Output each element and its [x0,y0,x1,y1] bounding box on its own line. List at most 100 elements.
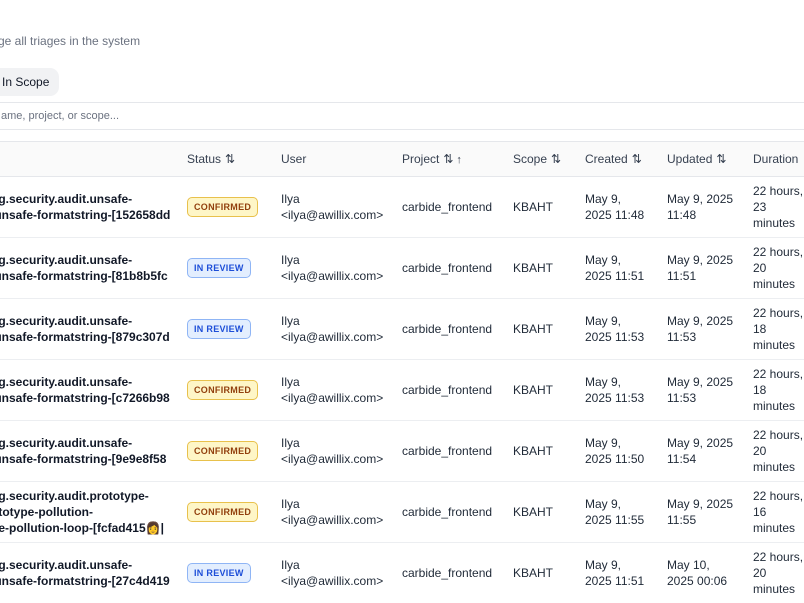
scope-value: KBAHT [513,383,553,397]
cell-user: Ilya<ilya@awillix.com> [281,299,402,360]
project-value: carbide_frontend [402,200,492,214]
duration-line: minutes [753,276,804,292]
duration-line: 22 hours, [753,427,804,443]
created-line: May 9, [585,191,667,207]
status-badge: IN REVIEW [187,563,251,583]
cell-duration: 22 hours,18minutes [753,299,804,360]
cell-created: May 9,2025 11:53 [585,299,667,360]
cell-name[interactable]: ng.security.audit.prototype-ototype-poll… [0,482,187,543]
duration-line: minutes [753,215,804,231]
created-line: May 9, [585,557,667,573]
column-header-created[interactable]: Created⇅ [585,142,667,177]
duration-line: 22 hours, [753,549,804,565]
user-line: Ilya [281,435,402,451]
column-header-updated[interactable]: Updated⇅ [667,142,753,177]
cell-scope: KBAHT [513,360,585,421]
table-row[interactable]: ng.security.audit.prototype-ototype-poll… [0,482,804,543]
cell-duration: 22 hours,20minutes [753,543,804,603]
status-badge: CONFIRMED [187,197,258,217]
updated-line: May 9, 2025 [667,191,753,207]
table-row[interactable]: ng.security.audit.unsafe-.unsafe-formats… [0,299,804,360]
user-line: <ilya@awillix.com> [281,573,402,589]
scope-value: KBAHT [513,261,553,275]
updated-line: 11:54 [667,451,753,467]
cell-scope: KBAHT [513,421,585,482]
cell-status: CONFIRMED [187,421,281,482]
cell-name[interactable]: ng.security.audit.unsafe-.unsafe-formats… [0,543,187,603]
cell-scope: KBAHT [513,177,585,238]
cell-duration: 22 hours,18minutes [753,360,804,421]
cell-name[interactable]: ng.security.audit.unsafe-.unsafe-formats… [0,299,187,360]
created-line: May 9, [585,496,667,512]
cell-status: IN REVIEW [187,238,281,299]
column-header-duration[interactable]: Duration [753,142,804,177]
triage-name-line: ototype-pollution- [0,504,187,520]
scope-value: KBAHT [513,322,553,336]
column-header-status[interactable]: Status⇅ [187,142,281,177]
cell-status: CONFIRMED [187,360,281,421]
cell-updated: May 9, 202511:53 [667,299,753,360]
table-header-row: Status⇅ User Project⇅↑ Scope⇅ Created⇅ U… [0,142,804,177]
cell-scope: KBAHT [513,543,585,603]
updated-line: 11:48 [667,207,753,223]
duration-line: minutes [753,459,804,475]
table-row[interactable]: ng.security.audit.unsafe-.unsafe-formats… [0,238,804,299]
column-header-project-label: Project [402,152,439,166]
created-line: May 9, [585,435,667,451]
column-header-created-label: Created [585,152,628,166]
cell-scope: KBAHT [513,482,585,543]
cell-name[interactable]: ng.security.audit.unsafe-.unsafe-formats… [0,177,187,238]
cell-user: Ilya<ilya@awillix.com> [281,482,402,543]
page-subtitle: ge all triages in the system [0,34,140,48]
project-value: carbide_frontend [402,566,492,580]
cell-user: Ilya<ilya@awillix.com> [281,238,402,299]
cell-updated: May 10,2025 00:06 [667,543,753,603]
table-row[interactable]: ng.security.audit.unsafe-.unsafe-formats… [0,543,804,603]
column-header-updated-label: Updated [667,152,712,166]
cell-name[interactable]: ng.security.audit.unsafe-.unsafe-formats… [0,360,187,421]
column-header-user[interactable]: User [281,142,402,177]
user-line: <ilya@awillix.com> [281,268,402,284]
column-header-name[interactable] [0,142,187,177]
cell-project: carbide_frontend [402,543,513,603]
cell-status: CONFIRMED [187,482,281,543]
project-value: carbide_frontend [402,322,492,336]
search-input[interactable] [0,102,804,130]
cell-project: carbide_frontend [402,421,513,482]
triage-name-line: .unsafe-formatstring-[81b8b5fc [0,268,187,284]
scope-value: KBAHT [513,200,553,214]
table-row[interactable]: ng.security.audit.unsafe-.unsafe-formats… [0,421,804,482]
table-row[interactable]: ng.security.audit.unsafe-.unsafe-formats… [0,177,804,238]
cell-duration: 22 hours,20minutes [753,421,804,482]
cell-name[interactable]: ng.security.audit.unsafe-.unsafe-formats… [0,421,187,482]
cell-status: CONFIRMED [187,177,281,238]
user-line: Ilya [281,496,402,512]
cell-updated: May 9, 202511:54 [667,421,753,482]
cell-project: carbide_frontend [402,177,513,238]
user-line: <ilya@awillix.com> [281,207,402,223]
triage-name-line: pe-pollution-loop-[fcfad415👩| [0,520,187,536]
sort-ascending-icon: ↑ [456,154,462,166]
duration-line: 18 [753,382,804,398]
cell-user: Ilya<ilya@awillix.com> [281,360,402,421]
cell-name[interactable]: ng.security.audit.unsafe-.unsafe-formats… [0,238,187,299]
project-value: carbide_frontend [402,505,492,519]
duration-line: 20 [753,565,804,581]
column-header-scope[interactable]: Scope⇅ [513,142,585,177]
triage-name-line: .unsafe-formatstring-[c7266b98 [0,390,187,406]
status-badge: CONFIRMED [187,380,258,400]
user-line: <ilya@awillix.com> [281,512,402,528]
updated-line: 11:53 [667,390,753,406]
user-line: Ilya [281,374,402,390]
scope-filter-tab[interactable]: In Scope [0,68,59,96]
triage-name-line: ng.security.audit.unsafe- [0,435,187,451]
cell-user: Ilya<ilya@awillix.com> [281,543,402,603]
table-row[interactable]: ng.security.audit.unsafe-.unsafe-formats… [0,360,804,421]
triage-name-line: .unsafe-formatstring-[152658dd [0,207,187,223]
updated-line: 2025 00:06 [667,573,753,589]
column-header-project[interactable]: Project⇅↑ [402,142,513,177]
created-line: May 9, [585,313,667,329]
project-value: carbide_frontend [402,261,492,275]
triage-name-line: ng.security.audit.unsafe- [0,191,187,207]
user-line: Ilya [281,252,402,268]
